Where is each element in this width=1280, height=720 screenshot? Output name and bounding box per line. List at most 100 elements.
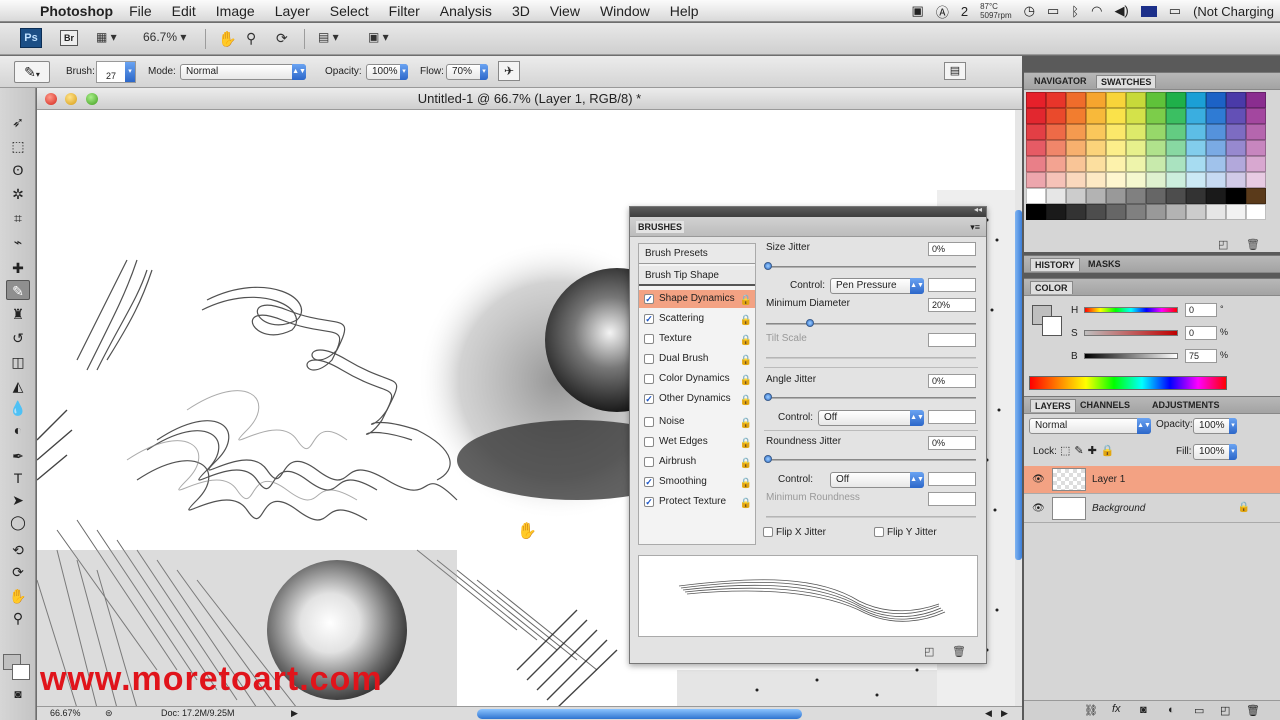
layer-visibility-eye-icon[interactable]: 👁 <box>1032 474 1045 485</box>
flow-field[interactable]: 70% ▾ <box>446 64 488 80</box>
hue-slider[interactable] <box>1084 307 1178 313</box>
setting-lock-icon[interactable]: 🔒 <box>740 495 752 513</box>
tab-channels[interactable]: CHANNELS <box>1076 399 1134 411</box>
quick-mask-icon[interactable]: ◙ <box>6 684 30 704</box>
color-swatch[interactable] <box>1046 108 1066 124</box>
size-jitter-knob[interactable] <box>764 262 772 270</box>
color-swatch[interactable] <box>1126 124 1146 140</box>
brush-setting-checkbox[interactable] <box>644 334 654 344</box>
menu-layer[interactable]: Layer <box>275 3 310 19</box>
tab-color[interactable]: COLOR <box>1030 281 1073 294</box>
bluetooth-icon[interactable]: ᛒ <box>1071 4 1079 19</box>
screen-capture-icon[interactable]: ▣ <box>912 3 924 19</box>
roundness-jitter-knob[interactable] <box>764 455 772 463</box>
color-swatch[interactable] <box>1166 188 1186 204</box>
color-swatch[interactable] <box>1126 92 1146 108</box>
brush-picker-arrow[interactable]: ▾ <box>125 62 135 82</box>
color-swatch[interactable] <box>1146 204 1166 220</box>
roundness-jitter-field[interactable]: 0% <box>928 436 976 450</box>
color-swatch[interactable] <box>1106 156 1126 172</box>
path-selection-icon[interactable]: ➤ <box>6 490 30 510</box>
color-swatch[interactable] <box>1106 92 1126 108</box>
menu-filter[interactable]: Filter <box>389 3 420 19</box>
control-pen-pressure-select[interactable]: Pen Pressure ▲▼ <box>830 278 924 294</box>
color-swatch[interactable] <box>1126 188 1146 204</box>
flip-x-checkbox[interactable] <box>763 527 773 537</box>
app-menu[interactable]: Photoshop <box>40 3 113 19</box>
min-diameter-knob[interactable] <box>806 319 814 327</box>
angle-jitter-slider[interactable] <box>766 397 976 399</box>
color-background-swatch[interactable] <box>1042 316 1062 336</box>
color-swatch[interactable] <box>1046 172 1066 188</box>
layer-name[interactable]: Background <box>1092 503 1145 514</box>
brush-setting-checkbox[interactable] <box>644 437 654 447</box>
color-spectrum-bar[interactable] <box>1029 376 1227 390</box>
color-swatch[interactable] <box>1026 188 1046 204</box>
color-swatch[interactable] <box>1066 172 1086 188</box>
opacity-field[interactable]: 100% ▾ <box>366 64 408 80</box>
setting-lock-icon[interactable]: 🔒 <box>740 312 752 330</box>
blur-tool-icon[interactable]: 💧 <box>6 398 30 418</box>
view-extras-icon[interactable]: ▦ ▾ <box>96 30 117 46</box>
color-swatch[interactable] <box>1046 124 1066 140</box>
panel-menu-icon[interactable]: ▾≡ <box>968 221 982 234</box>
flag-icon[interactable] <box>1140 5 1157 17</box>
color-swatch[interactable] <box>1126 140 1146 156</box>
layer-visibility-eye-icon[interactable]: 👁 <box>1032 503 1045 514</box>
color-swatch[interactable] <box>1066 124 1086 140</box>
history-brush-icon[interactable]: ↺ <box>6 328 30 348</box>
brush-setting-item[interactable]: Airbrush 🔒 <box>639 453 755 471</box>
setting-lock-icon[interactable]: 🔒 <box>740 392 752 410</box>
layer-name[interactable]: Layer 1 <box>1092 474 1125 485</box>
color-swatch[interactable] <box>1226 156 1246 172</box>
color-swatch[interactable] <box>1246 204 1266 220</box>
setting-lock-icon[interactable]: 🔒 <box>740 415 752 433</box>
setting-lock-icon[interactable]: 🔒 <box>740 332 752 350</box>
layer-style-icon[interactable]: fx <box>1112 703 1121 715</box>
color-swatch[interactable] <box>1146 108 1166 124</box>
color-swatch[interactable] <box>1186 204 1206 220</box>
brush-setting-item[interactable]: ✓ Scattering 🔒 <box>639 310 755 328</box>
color-swatch[interactable] <box>1026 156 1046 172</box>
control1-extra-field[interactable] <box>928 278 976 292</box>
horizontal-scroll-thumb[interactable] <box>477 709 802 719</box>
color-swatch[interactable] <box>1186 108 1206 124</box>
link-layers-icon[interactable]: ⛓ <box>1084 704 1098 717</box>
color-swatch[interactable] <box>1126 204 1146 220</box>
crop-tool-icon[interactable]: ⌗ <box>6 208 30 228</box>
battery-status[interactable]: (Not Charging <box>1193 4 1274 19</box>
zoom-window-button[interactable] <box>86 93 98 105</box>
color-swatch[interactable] <box>1086 124 1106 140</box>
color-swatch[interactable] <box>1166 140 1186 156</box>
color-swatch[interactable] <box>1086 156 1106 172</box>
adjustment-layer-icon[interactable]: ◐ <box>1168 704 1175 716</box>
color-swatch[interactable] <box>1166 204 1186 220</box>
magic-wand-icon[interactable]: ✲ <box>6 184 30 204</box>
eyedropper-tool-icon[interactable]: ⌁ <box>6 232 30 252</box>
color-swatch[interactable] <box>1046 92 1066 108</box>
brush-setting-item[interactable]: ✓ Other Dynamics 🔒 <box>639 390 755 408</box>
color-swatch[interactable] <box>1086 140 1106 156</box>
bridge-button[interactable]: Br <box>60 30 78 46</box>
vertical-scrollbar[interactable] <box>1015 110 1022 708</box>
wifi-icon[interactable]: ◠ <box>1091 3 1102 19</box>
color-swatch[interactable] <box>1066 108 1086 124</box>
menu-window[interactable]: Window <box>600 3 650 19</box>
color-swatch[interactable] <box>1106 108 1126 124</box>
color-swatch[interactable] <box>1026 124 1046 140</box>
color-swatch[interactable] <box>1226 204 1246 220</box>
color-swatch[interactable] <box>1246 140 1266 156</box>
color-swatch[interactable] <box>1066 92 1086 108</box>
hand-tool-icon[interactable]: ✋ <box>218 30 237 48</box>
brush-setting-item[interactable]: ✓ Protect Texture 🔒 <box>639 493 755 511</box>
3d-orbit-icon[interactable]: ⟳ <box>6 562 30 582</box>
color-swatch[interactable] <box>1226 188 1246 204</box>
adobe-updater-icon[interactable]: Ⓐ <box>936 2 949 21</box>
color-swatch[interactable] <box>1186 124 1206 140</box>
brush-setting-checkbox[interactable] <box>644 417 654 427</box>
color-swatch[interactable] <box>1166 108 1186 124</box>
pen-tool-icon[interactable]: ✒ <box>6 446 30 466</box>
color-swatch[interactable] <box>1046 140 1066 156</box>
saturation-slider[interactable] <box>1084 330 1178 336</box>
control-angle-select[interactable]: Off ▲▼ <box>818 410 924 426</box>
